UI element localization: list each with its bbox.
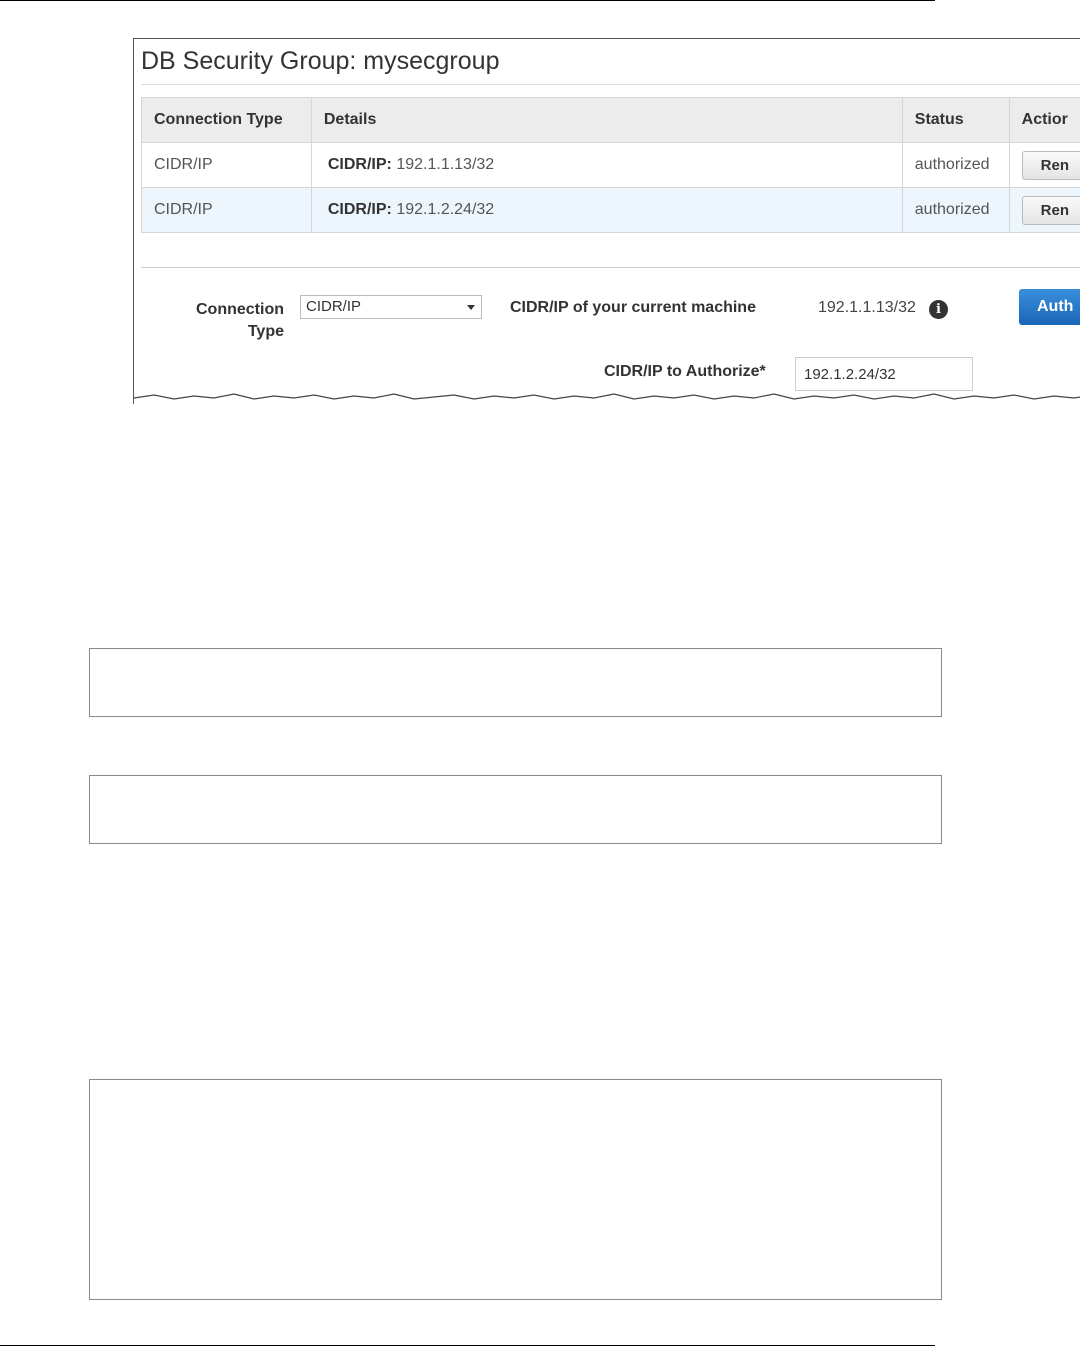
current-machine-label: CIDR/IP of your current machine: [510, 299, 756, 316]
torn-edge: [134, 393, 1080, 404]
empty-code-box: [89, 1079, 942, 1300]
title-divider: [141, 84, 1080, 85]
page-title: DB Security Group: mysecgroup: [141, 47, 500, 75]
column-header-connection-type[interactable]: Connection Type: [141, 97, 312, 143]
connection-type-label-line1: Connection: [196, 301, 284, 318]
authorize-cidr-input[interactable]: 192.1.2.24/32: [795, 357, 973, 391]
details-value: 192.1.1.13/32: [396, 156, 495, 173]
empty-code-box: [89, 648, 942, 717]
column-header-actions[interactable]: Actior: [1008, 97, 1080, 143]
connections-table: Connection Type Details Status Actior CI…: [141, 97, 1080, 233]
empty-code-box: [89, 775, 942, 844]
column-header-status[interactable]: Status: [901, 97, 1010, 143]
table-row: CIDR/IP CIDR/IP: 192.1.2.24/32 authorize…: [141, 187, 1080, 233]
details-cell: CIDR/IP: 192.1.1.13/32: [310, 142, 903, 188]
connection-type-label-line2: Type: [247, 323, 284, 340]
info-icon[interactable]: i: [929, 300, 948, 319]
connection-type-value: CIDR/IP: [306, 298, 362, 315]
details-cell: CIDR/IP: 192.1.2.24/32: [310, 187, 903, 233]
authorize-label: CIDR/IP to Authorize*: [604, 363, 766, 380]
remove-button[interactable]: Ren: [1021, 195, 1080, 225]
table-row: CIDR/IP CIDR/IP: 192.1.1.13/32 authorize…: [141, 142, 1080, 188]
status-cell: authorized: [901, 142, 1010, 188]
remove-button[interactable]: Ren: [1021, 150, 1080, 180]
db-security-group-screenshot: DB Security Group: mysecgroup Connection…: [133, 38, 1080, 404]
form-divider: [141, 267, 1080, 268]
action-cell: Ren: [1008, 187, 1080, 233]
current-machine-value: 192.1.1.13/32: [818, 299, 916, 316]
status-cell: authorized: [901, 187, 1010, 233]
connection-type-cell: CIDR/IP: [141, 142, 312, 188]
chevron-down-icon: [467, 305, 475, 310]
connection-type-cell: CIDR/IP: [141, 187, 312, 233]
authorize-button[interactable]: Auth: [1019, 289, 1080, 325]
table-header-row: Connection Type Details Status Actior: [141, 97, 1080, 143]
connection-type-label: Connection Type: [164, 299, 284, 343]
details-label: CIDR/IP:: [327, 156, 392, 173]
column-header-details[interactable]: Details: [310, 97, 903, 143]
connection-type-select[interactable]: CIDR/IP: [300, 295, 482, 319]
page-top-rule: [0, 0, 935, 1]
details-label: CIDR/IP:: [327, 201, 392, 218]
page-bottom-rule: [0, 1345, 935, 1346]
action-cell: Ren: [1008, 142, 1080, 188]
details-value: 192.1.2.24/32: [396, 201, 495, 218]
